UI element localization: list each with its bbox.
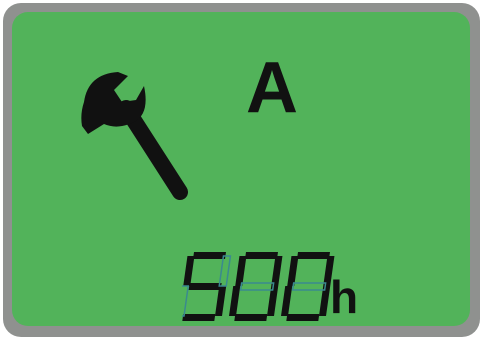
digit-2: [229, 252, 283, 321]
hours-unit-label: h: [330, 271, 359, 323]
hours-value-text: 500: [182, 248, 206, 252]
digit-3: [281, 252, 335, 321]
mode-indicator: A: [246, 48, 298, 128]
lcd-screen: A h: [12, 12, 470, 326]
hours-readout: 500: [182, 248, 335, 321]
wrench-icon: [81, 72, 188, 200]
digit-1: [182, 252, 232, 321]
